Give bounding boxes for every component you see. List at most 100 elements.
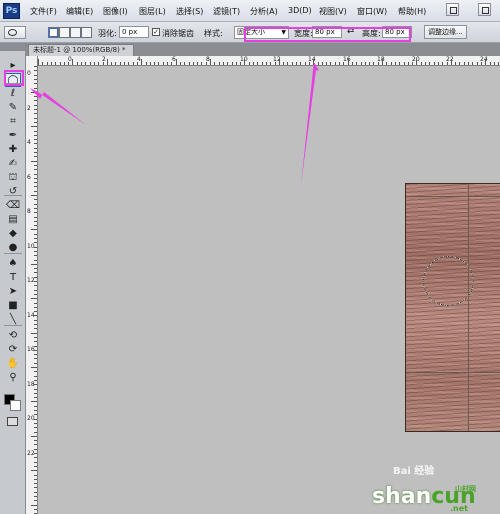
ruler-left-label: 6 — [27, 173, 31, 181]
ruler-tick — [31, 126, 37, 128]
lasso-tool-icon[interactable]: ℓ — [5, 87, 21, 101]
pen-tool-icon[interactable]: ♠ — [5, 257, 21, 271]
arrange-documents-icon[interactable] — [478, 3, 491, 16]
antialias-checkbox[interactable]: ✓ — [152, 28, 160, 36]
ruler-tick — [34, 354, 37, 356]
subtract-from-selection-icon[interactable] — [70, 27, 81, 38]
ruler-tick — [34, 293, 37, 295]
tool-preset-picker[interactable] — [4, 26, 26, 39]
quick-selection-tool-icon[interactable]: ✎ — [5, 101, 21, 115]
ruler-tick — [46, 62, 48, 65]
refine-edge-button[interactable]: 调整边缘... — [424, 25, 467, 39]
ruler-tick — [403, 62, 405, 65]
eyedropper-tool-icon[interactable]: ✒ — [5, 129, 21, 143]
height-input[interactable]: 80 px — [382, 26, 412, 38]
ruler-tick — [188, 62, 190, 65]
quick-mask-icon[interactable] — [7, 417, 18, 426]
menu-layer[interactable]: 图层(L) — [139, 6, 166, 17]
intersect-selection-icon[interactable] — [81, 27, 92, 38]
ruler-tick — [34, 169, 37, 171]
ruler-tick — [34, 474, 37, 476]
ruler-tick — [300, 62, 302, 65]
ruler-left-label: 4 — [27, 139, 31, 146]
background-color-swatch[interactable] — [10, 400, 21, 411]
ruler-tick — [34, 207, 37, 209]
ruler-tick — [498, 62, 500, 65]
menu-help[interactable]: 帮助(H) — [398, 6, 426, 17]
feather-input[interactable]: 0 px — [119, 26, 149, 38]
elliptical-selection-marquee[interactable] — [423, 256, 474, 306]
menu-image[interactable]: 图像(I) — [103, 6, 128, 17]
3d-orbit-tool-icon[interactable]: ⟳ — [5, 343, 21, 357]
options-bar: 羽化: 0 px ✓ 消除锯齿 样式: 固定大小 ▼ 宽度: 80 px ⇄ 高… — [0, 22, 500, 43]
style-select[interactable]: 固定大小 ▼ — [234, 26, 289, 39]
baidu-jingyan-watermark: Bai 经验 — [393, 466, 435, 477]
ruler-tick — [31, 504, 37, 506]
ruler-tick — [34, 100, 37, 102]
history-brush-tool-icon[interactable]: ↺ — [5, 185, 21, 199]
ruler-tick — [326, 62, 328, 65]
ruler-tick — [34, 457, 37, 459]
ruler-tick — [34, 379, 37, 381]
ruler-tick — [34, 139, 37, 141]
brush-tool-icon[interactable]: ✍ — [5, 157, 21, 171]
ruler-tick — [34, 134, 37, 136]
zoom-tool-icon[interactable]: ⚲ — [5, 371, 21, 385]
ruler-tick — [339, 62, 340, 65]
ruler-tick — [437, 62, 439, 65]
menu-edit[interactable]: 编辑(E) — [66, 6, 93, 17]
menu-analysis[interactable]: 分析(A) — [250, 6, 278, 17]
clone-stamp-tool-icon[interactable]: ⛫ — [5, 171, 21, 185]
ruler-tick — [31, 298, 37, 300]
menu-select[interactable]: 选择(S) — [176, 6, 203, 17]
width-input[interactable]: 80 px — [312, 26, 342, 38]
menu-view[interactable]: 视图(V) — [319, 6, 347, 17]
ruler-tick — [34, 164, 37, 166]
ruler-tick — [34, 324, 37, 325]
hand-tool-icon[interactable]: ✋ — [5, 357, 21, 371]
rectangle-tool-icon[interactable]: ■ — [5, 299, 21, 313]
menu-window[interactable]: 窗口(W) — [357, 6, 387, 17]
gradient-tool-icon[interactable]: ▤ — [5, 213, 21, 227]
menu-3d[interactable]: 3D(D) — [288, 6, 312, 15]
new-selection-icon[interactable] — [48, 27, 59, 38]
document-tab[interactable]: 未标题-1 @ 100%(RGB/8) * — [28, 44, 134, 56]
ruler-tick — [34, 500, 37, 502]
crop-tool-icon[interactable]: ⌗ — [5, 115, 21, 129]
ruler-tick — [106, 59, 108, 65]
guide-horizontal-2 — [406, 372, 500, 373]
move-tool-icon[interactable]: ▸ — [5, 59, 21, 73]
ruler-tick — [34, 117, 37, 119]
ruler-tick — [102, 62, 104, 65]
guide-horizontal-1 — [406, 196, 500, 197]
ruler-tick — [34, 186, 37, 188]
3d-rotate-tool-icon[interactable]: ⟲ — [5, 329, 21, 343]
blur-tool-icon[interactable]: ◆ — [5, 227, 21, 241]
ruler-tick — [34, 109, 37, 110]
eraser-tool-icon[interactable]: ⌫ — [5, 199, 21, 213]
ruler-tick — [154, 62, 156, 65]
chevron-down-icon: ▼ — [281, 29, 286, 36]
ruler-tick — [399, 62, 401, 65]
ruler-tick — [450, 59, 452, 65]
ruler-tick — [34, 259, 37, 261]
elliptical-marquee-tool-icon[interactable]: ◯ — [5, 73, 21, 87]
ruler-left-label: 8 — [27, 208, 31, 215]
ruler-tick — [34, 242, 37, 244]
watermark-white: shan — [372, 484, 432, 509]
canvas-area[interactable] — [38, 66, 500, 514]
menu-file[interactable]: 文件(F) — [30, 6, 57, 17]
swap-arrows-icon[interactable]: ⇄ — [347, 26, 355, 36]
ruler-tick — [34, 130, 37, 132]
ruler-tick — [31, 470, 37, 472]
ruler-tick — [34, 74, 37, 76]
type-tool-icon[interactable]: T — [5, 271, 21, 285]
menu-filter[interactable]: 滤镜(T) — [213, 6, 240, 17]
ruler-tick — [34, 255, 37, 257]
add-to-selection-icon[interactable] — [59, 27, 70, 38]
ruler-tick — [34, 478, 37, 480]
spot-healing-tool-icon[interactable]: ✚ — [5, 143, 21, 157]
path-selection-tool-icon[interactable]: ➤ — [5, 285, 21, 299]
ruler-tick — [111, 62, 113, 65]
screen-mode-icon[interactable] — [446, 3, 459, 16]
